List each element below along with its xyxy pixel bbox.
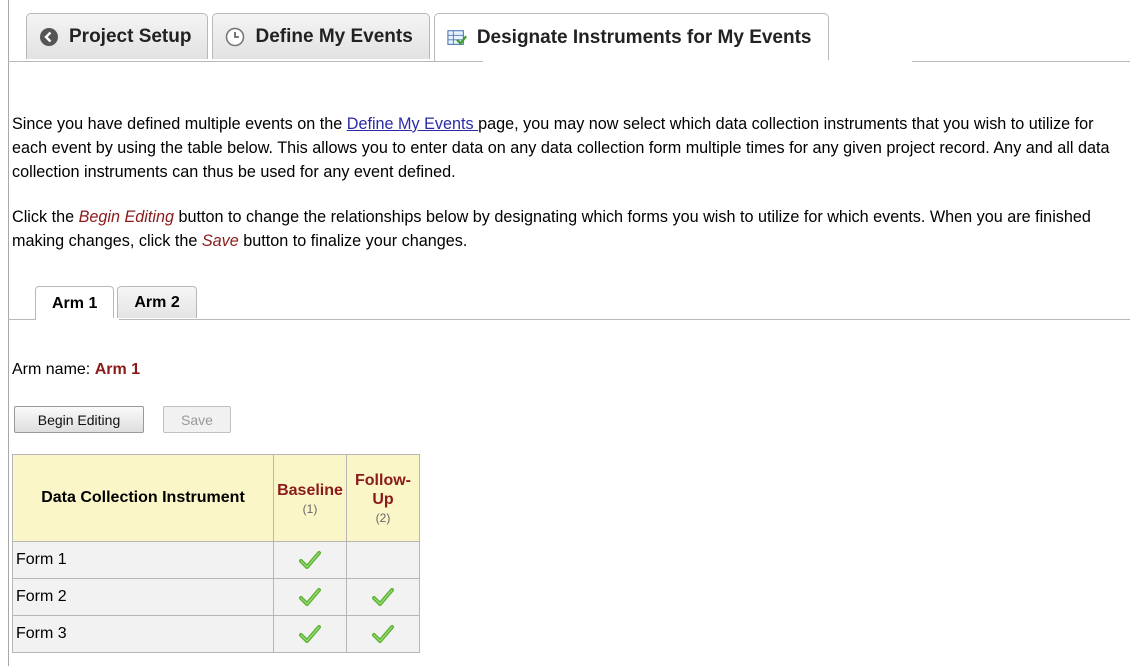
- table-row: Form 3: [12, 615, 420, 653]
- event-name: Baseline: [277, 481, 343, 499]
- arrow-left-circle-icon: [39, 27, 59, 47]
- tab-arm-1[interactable]: Arm 1: [35, 286, 115, 320]
- designation-cell[interactable]: [273, 578, 347, 616]
- checkmark-icon: [372, 623, 394, 645]
- instructions-text: button to change the relationships below…: [12, 208, 1091, 250]
- event-column-header-baseline: Baseline (1): [273, 454, 347, 542]
- tab-label: Define My Events: [255, 25, 413, 47]
- designation-cell[interactable]: [273, 615, 347, 653]
- checkmark-icon: [372, 586, 394, 608]
- table-header-row: Data Collection Instrument Baseline (1) …: [12, 454, 420, 542]
- tab-label: Designate Instruments for My Events: [476, 27, 812, 48]
- define-my-events-link[interactable]: Define My Events: [347, 115, 478, 133]
- arm-tab-divider: [8, 319, 1130, 320]
- table-row: Form 1: [12, 541, 420, 579]
- designation-cell[interactable]: [346, 615, 420, 653]
- instructions-paragraph: Click the Begin Editing button to change…: [12, 205, 1127, 253]
- tab-project-setup[interactable]: Project Setup: [26, 13, 209, 59]
- arm-name-value: Arm 1: [94, 361, 141, 378]
- active-arm-tab-gap: [36, 318, 119, 321]
- tab-designate-instruments[interactable]: Designate Instruments for My Events: [433, 13, 829, 62]
- arm-name: Arm name: Arm 1: [12, 361, 140, 379]
- form-name-cell: Form 1: [12, 541, 274, 579]
- clock-icon: [225, 27, 245, 47]
- begin-editing-emphasis: Begin Editing: [78, 208, 174, 226]
- checkmark-icon: [299, 623, 321, 645]
- event-column-header-follow-up: Follow- Up (2): [346, 454, 420, 542]
- form-name-cell: Form 2: [12, 578, 274, 616]
- instrument-column-header: Data Collection Instrument: [12, 454, 274, 542]
- tab-arm-2[interactable]: Arm 2: [117, 286, 197, 318]
- event-name: Follow- Up: [355, 472, 411, 508]
- save-button[interactable]: Save: [163, 406, 231, 433]
- intro-paragraph: Since you have defined multiple events o…: [12, 112, 1127, 184]
- top-tab-bar: Project Setup Define My Events Designate…: [26, 13, 829, 62]
- instrument-event-table: Data Collection Instrument Baseline (1) …: [12, 454, 420, 653]
- designation-cell[interactable]: [273, 541, 347, 579]
- tab-define-my-events[interactable]: Define My Events: [212, 13, 430, 59]
- instructions-text: Click the: [12, 208, 79, 226]
- tab-label: Project Setup: [69, 25, 192, 47]
- form-name-cell: Form 3: [12, 615, 274, 653]
- instrument-grid-icon: [447, 28, 467, 48]
- arm-tab-bar: Arm 1 Arm 2: [35, 286, 197, 320]
- save-emphasis: Save: [201, 232, 239, 250]
- checkmark-icon: [299, 549, 321, 571]
- arm-name-label: Arm name:: [12, 361, 91, 378]
- intro-text: Since you have defined multiple events o…: [12, 115, 347, 133]
- begin-editing-button[interactable]: Begin Editing: [14, 406, 144, 433]
- active-tab-gap: [483, 60, 912, 63]
- event-number: (1): [302, 501, 318, 516]
- designation-cell[interactable]: [346, 578, 420, 616]
- table-row: Form 2: [12, 578, 420, 616]
- checkmark-icon: [299, 586, 321, 608]
- instructions-text: button to finalize your changes.: [238, 232, 468, 250]
- event-number: (2): [375, 511, 391, 525]
- designation-cell[interactable]: [346, 541, 420, 579]
